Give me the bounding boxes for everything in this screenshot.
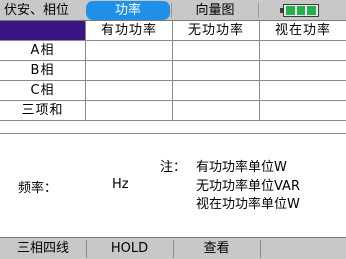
empty-softkey[interactable] [260, 239, 346, 259]
note-apparent-power-unit: 视在功功率单位W [196, 197, 300, 212]
row-label-phase-b: B相 [0, 61, 86, 81]
row-label-phase-c: C相 [0, 81, 86, 101]
tab-vector-diagram[interactable]: 向量图 [173, 1, 257, 20]
view-button[interactable]: 查看 [173, 239, 260, 259]
table-row-phase-b: B相 [0, 61, 346, 81]
cell-apparent-power-c [260, 81, 346, 101]
tab-separator [258, 3, 259, 18]
notes-prefix: 注： [160, 160, 187, 175]
frequency-unit: Hz [112, 177, 129, 192]
softkey-bar: 三相四线 HOLD 查看 [0, 237, 346, 259]
cell-reactive-power-sum [173, 101, 260, 121]
cell-active-power-a [86, 41, 173, 61]
tab-separator [171, 3, 172, 18]
battery-cell [307, 6, 317, 15]
battery-terminal [280, 8, 283, 13]
battery-cell [296, 6, 306, 15]
cell-reactive-power-c [173, 81, 260, 101]
table-header-corner [0, 21, 86, 41]
top-tab-bar: 伏安、相位 功率 向量图 [0, 0, 346, 21]
table-row-phase-c: C相 [0, 81, 346, 101]
cell-apparent-power-a [260, 41, 346, 61]
table-row-three-phase-sum: 三项和 [0, 101, 346, 121]
power-meter-screen: 伏安、相位 功率 向量图 有功功率 无功功率 视在功率 A相 B相 C相 三项和… [0, 0, 346, 259]
table-header-row: 有功功率 无功功率 视在功率 [0, 21, 346, 41]
battery-cell [286, 6, 295, 15]
table-row-phase-a: A相 [0, 41, 346, 61]
row-label-three-phase-sum: 三项和 [0, 101, 86, 121]
hold-button[interactable]: HOLD [86, 239, 173, 259]
tab-power[interactable]: 功率 [86, 1, 170, 20]
frequency-label: 频率： [18, 181, 58, 196]
note-active-power-unit: 有功功率单位W [196, 160, 287, 175]
cell-active-power-b [86, 61, 173, 81]
column-header-active-power: 有功功率 [86, 21, 173, 41]
note-reactive-power-unit: 无功功率单位VAR [196, 179, 300, 194]
info-panel: 频率： Hz 注： 有功功率单位W 无功功率单位VAR 视在功功率单位W [0, 133, 346, 237]
cell-apparent-power-b [260, 61, 346, 81]
row-label-phase-a: A相 [0, 41, 86, 61]
cell-reactive-power-b [173, 61, 260, 81]
wiring-mode-button[interactable]: 三相四线 [0, 239, 86, 259]
cell-apparent-power-sum [260, 101, 346, 121]
tab-voltage-current-phase[interactable]: 伏安、相位 [2, 1, 86, 20]
column-header-reactive-power: 无功功率 [173, 21, 260, 41]
cell-active-power-sum [86, 101, 173, 121]
column-header-apparent-power: 视在功率 [260, 21, 346, 41]
cell-reactive-power-a [173, 41, 260, 61]
cell-active-power-c [86, 81, 173, 101]
battery-icon [280, 4, 319, 17]
